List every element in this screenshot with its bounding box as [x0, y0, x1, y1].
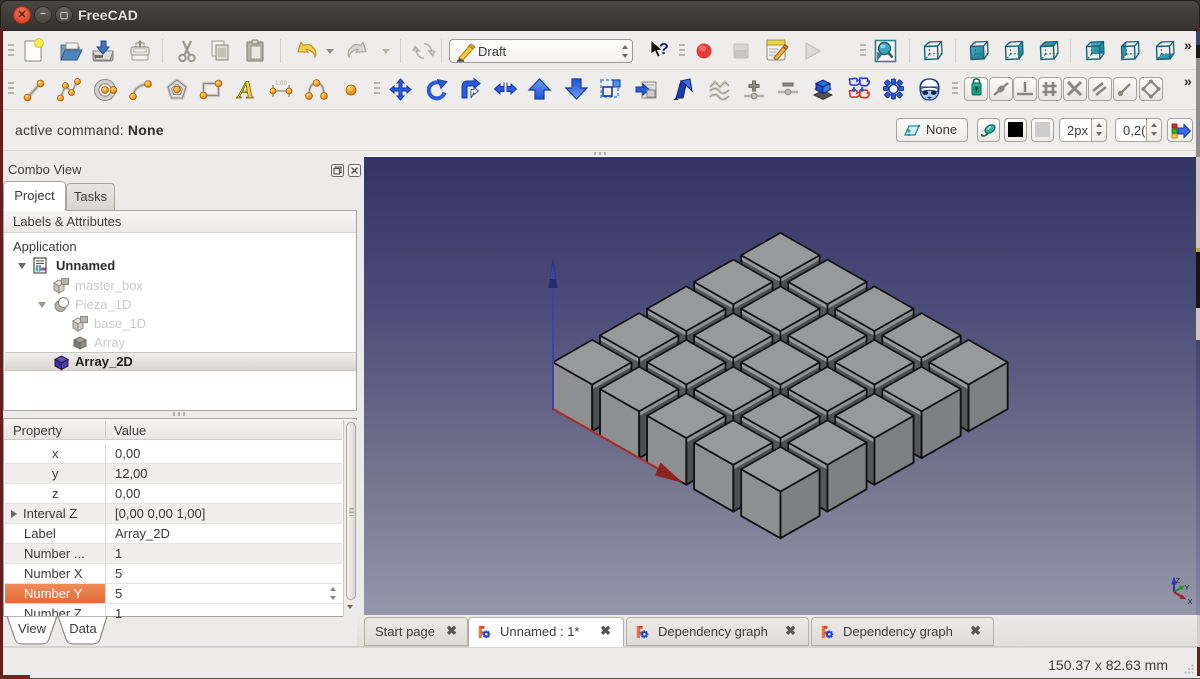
svg-text:Y: Y: [1185, 583, 1190, 592]
svg-text:View: View: [18, 621, 47, 636]
svg-text:A: A: [236, 77, 255, 103]
svg-text:?: ?: [659, 41, 669, 58]
svg-text:Data: Data: [69, 621, 97, 636]
svg-text:1.00: 1.00: [275, 81, 287, 87]
svg-text:Z: Z: [1176, 576, 1181, 585]
svg-text:X: X: [1188, 597, 1193, 606]
